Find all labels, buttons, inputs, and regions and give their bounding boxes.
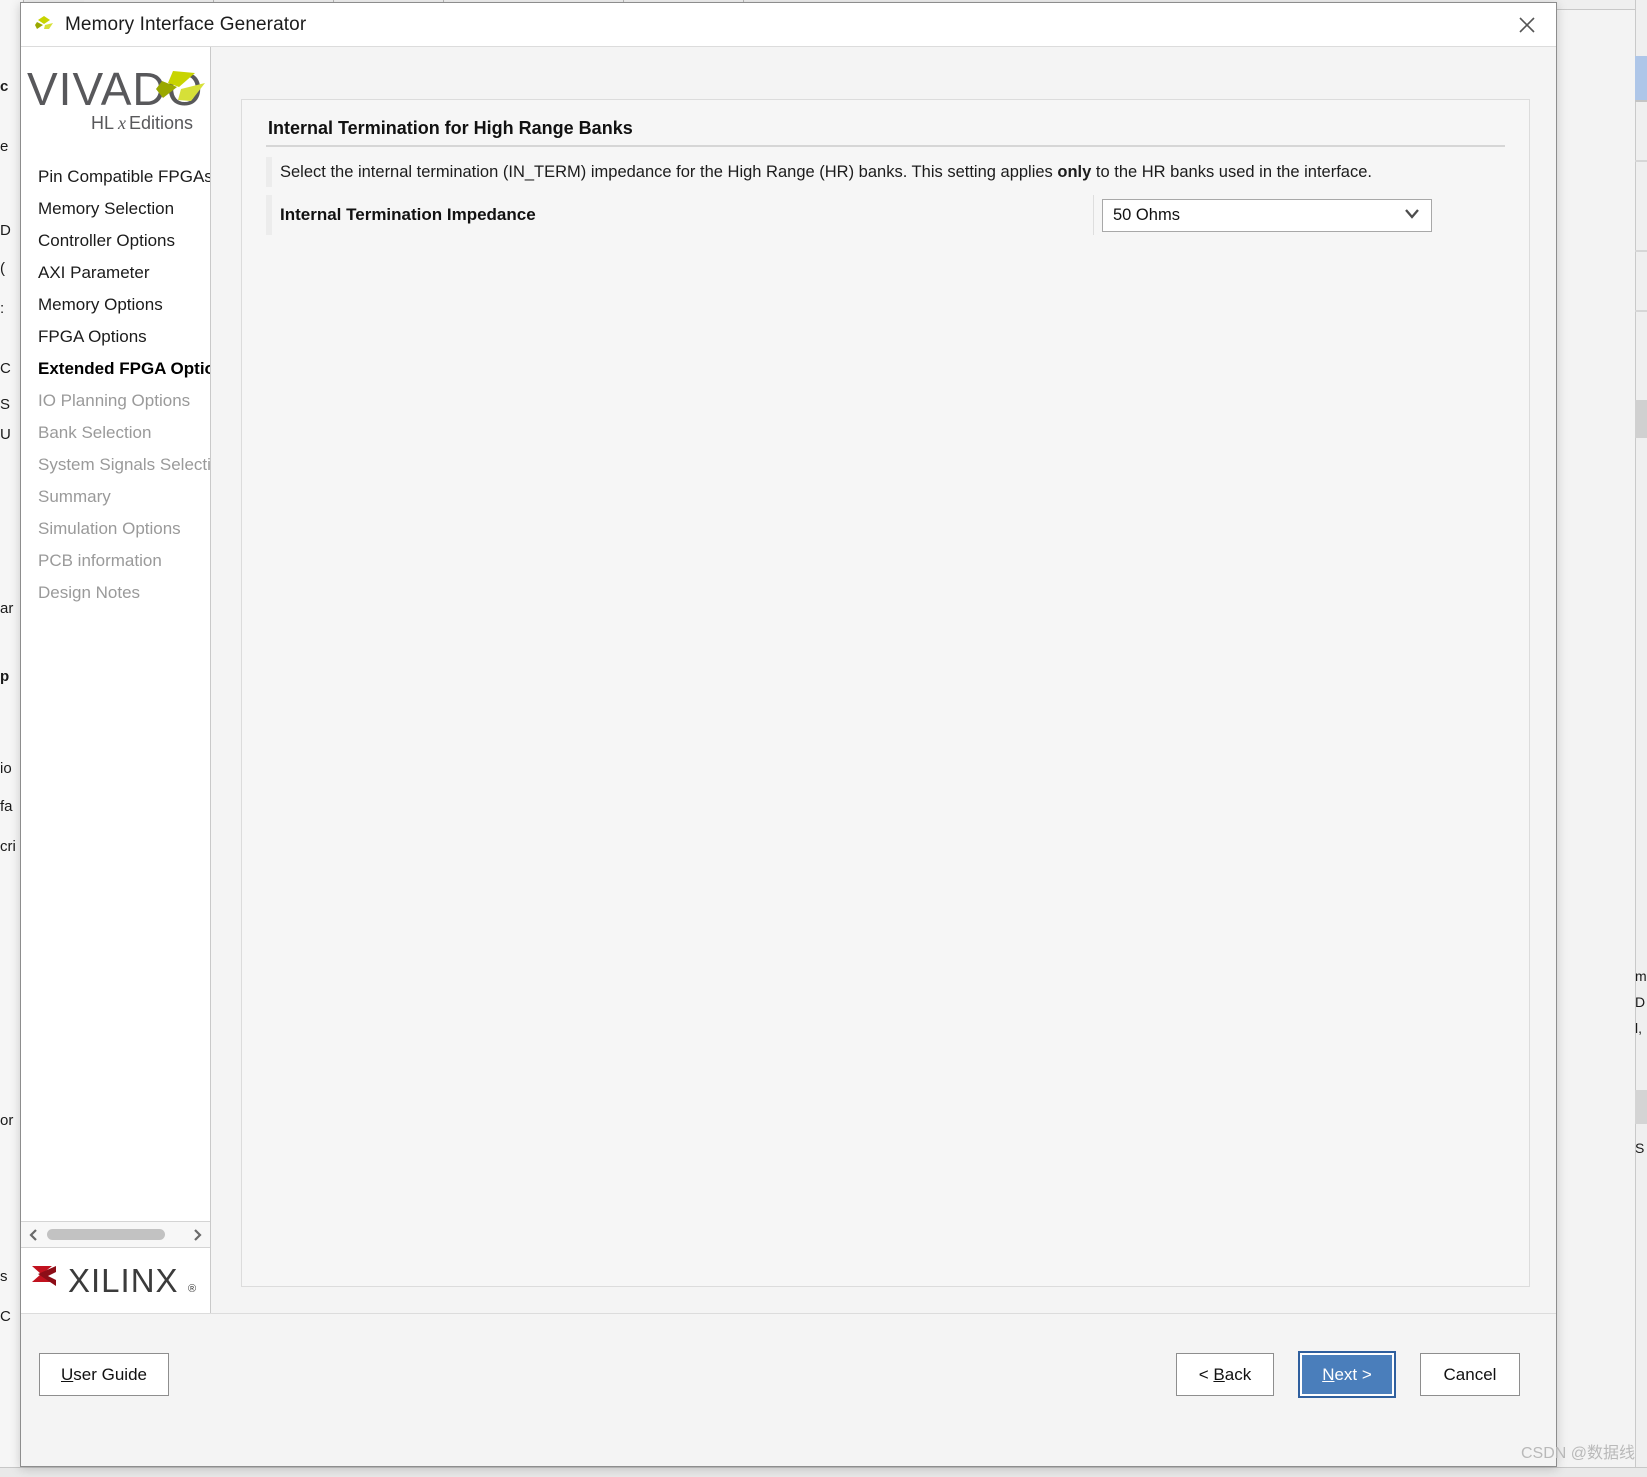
internal-termination-impedance-row: Internal Termination Impedance 50 Ohms: [266, 195, 1505, 235]
back-prefix: <: [1198, 1364, 1214, 1384]
sidebar-item-memory-selection[interactable]: Memory Selection: [21, 193, 210, 225]
sidebar-item-summary: Summary: [38, 487, 111, 506]
sidebar-horizontal-scrollbar[interactable]: [21, 1221, 210, 1247]
background-text-fragment: S: [1635, 1140, 1645, 1156]
sidebar-item-design-notes: Design Notes: [38, 583, 141, 602]
svg-text:®: ®: [188, 1283, 196, 1295]
chevron-down-icon[interactable]: [1401, 202, 1423, 229]
section-description: Select the internal termination (IN_TERM…: [280, 163, 1372, 182]
sidebar-item-simulation-options: Simulation Options: [38, 519, 181, 538]
settings-panel: Internal Termination for High Range Bank…: [241, 99, 1530, 1287]
scrollbar-thumb[interactable]: [47, 1228, 165, 1240]
user-guide-label: ser Guide: [73, 1364, 147, 1384]
sidebar-item-axi-parameter[interactable]: AXI Parameter: [21, 257, 210, 289]
svg-text:VIVADO: VIVADO: [27, 63, 203, 115]
sidebar-item-pcb-information: PCB information: [38, 551, 162, 570]
next-button[interactable]: Next >: [1298, 1351, 1396, 1398]
close-icon[interactable]: [1512, 10, 1542, 40]
svg-text:XILINX: XILINX: [68, 1262, 179, 1299]
back-label: ack: [1224, 1364, 1252, 1384]
cancel-button[interactable]: Cancel: [1420, 1353, 1520, 1396]
scroll-left-arrow-icon[interactable]: [25, 1224, 43, 1246]
internal-termination-impedance-label: Internal Termination Impedance: [280, 205, 536, 224]
sidebar-item-pin-compatible-fpgas[interactable]: Pin Compatible FPGAs: [21, 161, 210, 193]
sidebar-item-system-signals-selection: System Signals Selection: [38, 455, 210, 474]
dialog-title-bar: Memory Interface Generator: [21, 3, 1556, 47]
section-description-row: Select the internal termination (IN_TERM…: [266, 157, 1505, 187]
dialog-footer: User Guide < Back Next > Cancel: [21, 1313, 1556, 1465]
vivado-logo-icon: [33, 14, 55, 36]
dialog-body: VIVADO . HL x Editions Pin Compatible FP…: [21, 47, 1556, 1313]
description-part-2: to the HR banks used in the interface.: [1091, 162, 1372, 181]
memory-interface-generator-dialog: Memory Interface Generator VIVADO . HL x…: [20, 2, 1557, 1467]
svg-text:HL: HL: [91, 113, 114, 133]
sidebar-item-controller-options[interactable]: Controller Options: [21, 225, 210, 257]
dialog-title: Memory Interface Generator: [65, 13, 307, 35]
user-guide-button[interactable]: User Guide: [39, 1353, 169, 1396]
scrollbar-track[interactable]: [45, 1224, 186, 1246]
background-status-strip: [0, 1467, 1647, 1477]
description-part-1: Select the internal termination (IN_TERM…: [280, 162, 1058, 181]
background-right-panel: [1635, 0, 1647, 1477]
section-divider: [266, 145, 1505, 147]
cancel-label: Cancel: [1443, 1364, 1497, 1384]
next-label: ext >: [1334, 1364, 1372, 1384]
svg-text:Editions: Editions: [129, 113, 193, 133]
user-guide-mnemonic: U: [61, 1364, 74, 1384]
next-mnemonic: N: [1322, 1364, 1335, 1384]
description-emphasis: only: [1057, 162, 1092, 181]
selected-value: 50 Ohms: [1113, 205, 1180, 224]
scroll-right-arrow-icon[interactable]: [188, 1224, 206, 1246]
back-mnemonic: B: [1213, 1364, 1225, 1384]
background-text-fragment: l,: [1635, 1020, 1642, 1036]
sidebar-item-io-planning-options: IO Planning Options: [38, 391, 191, 410]
sidebar-item-bank-selection: Bank Selection: [38, 423, 152, 442]
sidebar-item-memory-options[interactable]: Memory Options: [21, 289, 210, 321]
svg-text:x: x: [117, 113, 126, 133]
background-text-fragment: m: [1635, 968, 1647, 984]
back-button[interactable]: < Back: [1176, 1353, 1274, 1396]
xilinx-brand-logo: XILINX ®: [21, 1247, 210, 1313]
wizard-content-pane: Internal Termination for High Range Bank…: [211, 47, 1556, 1313]
field-label-cell: Internal Termination Impedance: [266, 195, 1094, 235]
sidebar-item-fpga-options[interactable]: FPGA Options: [21, 321, 210, 353]
wizard-sidebar: VIVADO . HL x Editions Pin Compatible FP…: [21, 47, 211, 1313]
internal-termination-impedance-select[interactable]: 50 Ohms: [1102, 198, 1432, 232]
sidebar-item-extended-fpga-options[interactable]: Extended FPGA Options: [21, 353, 210, 385]
vivado-brand-logo: VIVADO . HL x Editions: [21, 47, 210, 133]
background-text-fragment: D: [1635, 994, 1646, 1010]
section-title: Internal Termination for High Range Bank…: [268, 118, 633, 138]
wizard-step-list: Pin Compatible FPGAs Memory Selection Cont…: [21, 133, 210, 1221]
